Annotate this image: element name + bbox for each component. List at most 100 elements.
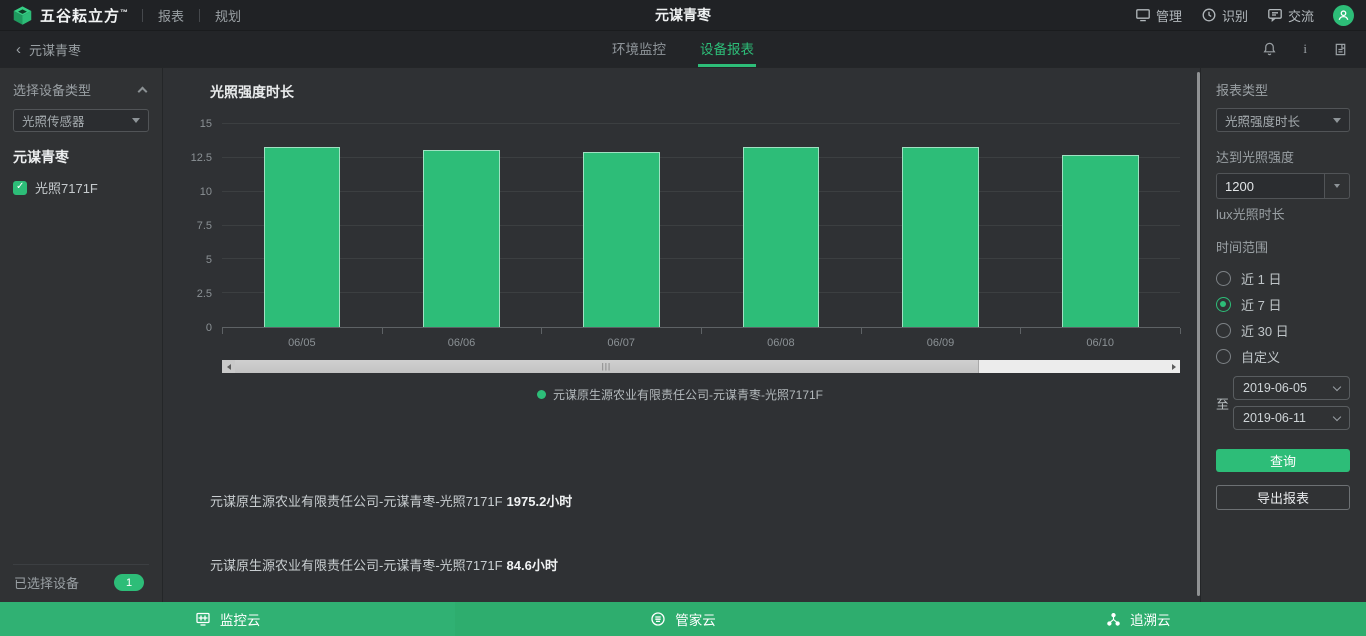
scroll-track[interactable] xyxy=(979,360,1167,373)
bar-06/10[interactable] xyxy=(1062,155,1139,327)
report-filter-sidebar: 报表类型 光照强度时长 达到光照强度 lux光照时长 时间范围 近 1 日 近 … xyxy=(1200,68,1366,602)
x-tick-label: 06/07 xyxy=(541,337,701,349)
monitor-grid-icon xyxy=(195,611,211,627)
x-tick-label: 06/08 xyxy=(701,337,861,349)
intensity-stepper[interactable] xyxy=(1324,173,1350,199)
nav-item-reports[interactable]: 报表 xyxy=(156,6,186,25)
back-label: 元谋青枣 xyxy=(29,40,81,59)
radio-custom-range[interactable]: 自定义 xyxy=(1216,343,1350,369)
divider xyxy=(199,9,200,22)
page-title: 元谋青枣 xyxy=(655,5,711,25)
date-from-select[interactable]: 2019-06-05 xyxy=(1233,376,1350,400)
tab-environment-monitoring[interactable]: 环境监控 xyxy=(610,31,668,67)
chart-legend[interactable]: 元谋原生源农业有限责任公司-元谋青枣-光照7171F xyxy=(180,386,1180,403)
logo-text: 五谷耘立方™ xyxy=(40,5,129,26)
info-icon[interactable]: i xyxy=(1303,41,1307,57)
x-tick xyxy=(1180,328,1181,334)
bar-band xyxy=(382,124,542,327)
monitor-icon xyxy=(1135,7,1151,23)
lens-icon xyxy=(1201,7,1217,23)
recognition-menu[interactable]: 识别 xyxy=(1201,6,1248,25)
trace-cloud-button[interactable]: 追溯云 xyxy=(911,602,1366,636)
collapse-chevron-icon[interactable] xyxy=(138,86,148,96)
x-tick xyxy=(541,328,542,334)
scroll-thumb[interactable]: ||| xyxy=(235,360,979,373)
user-avatar[interactable] xyxy=(1333,5,1354,26)
selected-devices-footer: 已选择设备 1 xyxy=(13,564,149,602)
chart-y-axis: 02.557.51012.515 xyxy=(180,124,214,328)
top-bar: 五谷耘立方™ 报表 规划 元谋青枣 管理 识别 xyxy=(0,0,1366,30)
bar-06/07[interactable] xyxy=(583,152,660,327)
report-main: 光照强度时长 02.557.51012.515 06/0506/0606/070… xyxy=(163,68,1200,602)
radio-last-30-days[interactable]: 近 30 日 xyxy=(1216,317,1350,343)
intensity-unit-label: lux光照时长 xyxy=(1216,204,1350,223)
bar-06/08[interactable] xyxy=(743,147,820,327)
summary-line-total: 元谋原生源农业有限责任公司-元谋青枣-光照7171F1975.2小时 xyxy=(210,491,1180,510)
bar-06/09[interactable] xyxy=(902,147,979,327)
radio-last-7-days[interactable]: 近 7 日 xyxy=(1216,291,1350,317)
y-tick-label: 15 xyxy=(200,118,212,130)
device-checkbox-row[interactable]: 光照7171F xyxy=(13,178,149,197)
y-tick-label: 5 xyxy=(206,254,212,266)
y-tick-label: 7.5 xyxy=(197,220,212,232)
y-tick-label: 2.5 xyxy=(197,288,212,300)
main-vertical-scrollbar[interactable] xyxy=(1197,72,1200,596)
bar-band xyxy=(701,124,861,327)
radio-icon xyxy=(1216,349,1231,364)
tab-device-reports[interactable]: 设备报表 xyxy=(698,31,756,67)
chart-scrollbar[interactable]: ||| xyxy=(222,360,1180,373)
nav-item-planning[interactable]: 规划 xyxy=(213,6,243,25)
device-type-select[interactable]: 光照传感器 xyxy=(13,109,149,132)
steward-icon xyxy=(650,611,666,627)
intensity-input[interactable] xyxy=(1216,173,1324,199)
chart-title: 光照强度时长 xyxy=(210,82,1180,102)
device-checkbox[interactable] xyxy=(13,181,27,195)
monitoring-cloud-button[interactable]: 监控云 xyxy=(0,602,455,636)
bar-06/06[interactable] xyxy=(423,150,500,327)
steward-cloud-button[interactable]: 管家云 xyxy=(455,602,910,636)
device-sidebar: 选择设备类型 光照传感器 元谋青枣 光照7171F 已选择设备 1 xyxy=(0,68,163,602)
logo-cube-icon xyxy=(12,5,33,26)
time-range-label: 时间范围 xyxy=(1216,237,1350,256)
bar-band xyxy=(222,124,382,327)
summary-line-period: 元谋原生源农业有限责任公司-元谋青枣-光照7171F84.6小时 xyxy=(210,555,1180,574)
app-logo[interactable]: 五谷耘立方™ xyxy=(12,5,129,26)
bar-06/05[interactable] xyxy=(264,147,341,327)
y-tick-label: 0 xyxy=(206,322,212,334)
chart-plot xyxy=(222,124,1180,328)
light-duration-chart: 02.557.51012.515 06/0506/0606/0706/0806/… xyxy=(180,124,1180,403)
orchard-group-title: 元谋青枣 xyxy=(13,147,149,167)
content-area: 选择设备类型 光照传感器 元谋青枣 光照7171F 已选择设备 1 光照强度时长… xyxy=(0,68,1366,602)
manage-menu[interactable]: 管理 xyxy=(1135,6,1182,25)
scroll-left-arrow[interactable] xyxy=(222,360,235,373)
bell-icon[interactable] xyxy=(1262,41,1277,57)
device-label: 光照7171F xyxy=(35,178,98,197)
x-tick xyxy=(222,328,223,334)
divider xyxy=(142,9,143,22)
radio-last-1-day[interactable]: 近 1 日 xyxy=(1216,265,1350,291)
radio-icon xyxy=(1216,323,1231,338)
y-tick-label: 10 xyxy=(200,186,212,198)
time-range-radio-group: 近 1 日 近 7 日 近 30 日 自定义 xyxy=(1216,265,1350,369)
x-tick xyxy=(701,328,702,334)
bar-band xyxy=(541,124,701,327)
chat-bubble-icon xyxy=(1267,7,1283,23)
report-type-label: 报表类型 xyxy=(1216,80,1350,99)
y-tick-label: 12.5 xyxy=(191,152,212,164)
date-to-select[interactable]: 2019-06-11 xyxy=(1233,406,1350,430)
chevron-down-icon xyxy=(1333,412,1341,420)
x-tick-label: 06/10 xyxy=(1020,337,1180,349)
chevron-down-icon xyxy=(1333,118,1341,123)
bar-band xyxy=(1020,124,1180,327)
query-button[interactable]: 查询 xyxy=(1216,449,1350,472)
device-type-section-title: 选择设备类型 xyxy=(13,80,91,99)
scroll-right-arrow[interactable] xyxy=(1167,360,1180,373)
communication-menu[interactable]: 交流 xyxy=(1267,6,1314,25)
report-type-select[interactable]: 光照强度时长 xyxy=(1216,108,1350,132)
date-join-label: 至 xyxy=(1216,394,1230,413)
back-button[interactable]: ‹ 元谋青枣 xyxy=(0,40,81,59)
tag-icon[interactable] xyxy=(1333,42,1348,57)
export-report-button[interactable]: 导出报表 xyxy=(1216,485,1350,510)
x-tick-label: 06/06 xyxy=(382,337,542,349)
intensity-label: 达到光照强度 xyxy=(1216,147,1350,166)
